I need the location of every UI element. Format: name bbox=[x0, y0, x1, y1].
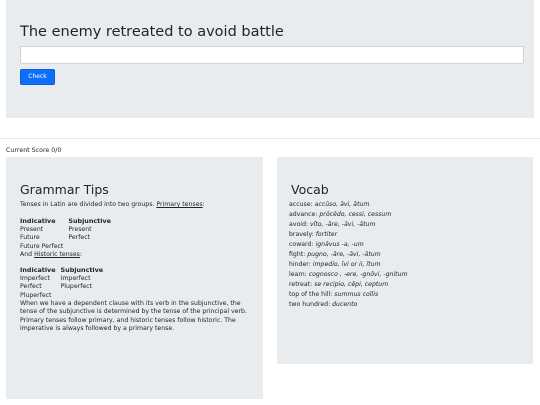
table-cell: Imperfect bbox=[20, 274, 50, 282]
historic-intro-text: And bbox=[20, 251, 35, 259]
vocab-latin: accūso, āvi, ātum bbox=[314, 201, 370, 208]
vocab-latin: vīto, -āre, -āvi, -ātum bbox=[309, 221, 376, 228]
primary-tenses-link[interactable]: Primary tenses bbox=[156, 201, 202, 208]
vocab-item: learn: cognosco , -ere, -gnōvi, -gnitum bbox=[289, 270, 527, 280]
vocab-latin: ducento bbox=[332, 301, 358, 308]
vocab-item: accuse: accūso, āvi, ātum bbox=[289, 200, 527, 210]
exercise-sentence: The enemy retreated to avoid battle bbox=[20, 24, 284, 40]
historic-tenses-table: Indicative Subjunctive Imperfect Imperfe… bbox=[20, 266, 108, 300]
table-header-row: Indicative Subjunctive bbox=[20, 217, 116, 225]
vocab-item: hinder: impedio, īvi or ii, ītum bbox=[289, 260, 527, 270]
check-button[interactable]: Check bbox=[20, 69, 55, 85]
vocab-item: advance: prōcēdo, cessi, cessum bbox=[289, 210, 527, 220]
vocab-latin: se recipio, cēpi, ceptum bbox=[314, 281, 389, 288]
vocab-english: two hundred: bbox=[289, 301, 333, 308]
grammar-tips-title: Grammar Tips bbox=[20, 182, 109, 197]
vocab-item: coward: ignāvus -a, -um bbox=[289, 240, 527, 250]
table-cell: Perfect bbox=[20, 283, 42, 291]
vocab-english: coward: bbox=[289, 241, 316, 248]
historic-tenses-link[interactable]: Historic tenses bbox=[34, 251, 80, 258]
table-row: Future Perfect bbox=[20, 243, 116, 251]
grammar-intro-text: Tenses in Latin are divided into two gro… bbox=[20, 201, 157, 208]
vocab-latin: fortiter bbox=[315, 231, 338, 238]
table-header: Indicative bbox=[20, 266, 56, 275]
vocab-latin: summus collis bbox=[334, 291, 379, 298]
vocab-english: accuse: bbox=[289, 201, 315, 208]
grammar-tips-panel: Grammar Tips Tenses in Latin are divided… bbox=[6, 157, 263, 399]
vocab-latin: ignāvus -a, -um bbox=[315, 241, 364, 248]
current-score: Current Score 0/0 bbox=[6, 147, 62, 154]
grammar-intro: Tenses in Latin are divided into two gro… bbox=[20, 201, 258, 209]
answer-input[interactable] bbox=[20, 46, 524, 64]
historic-intro-end: : bbox=[79, 251, 83, 259]
table-header: Subjunctive bbox=[60, 266, 104, 275]
table-cell: Future bbox=[20, 234, 40, 242]
table-row: Future Perfect bbox=[20, 234, 116, 242]
table-cell: Pluperfect bbox=[20, 291, 52, 299]
table-header: Indicative bbox=[20, 217, 56, 226]
divider bbox=[0, 138, 540, 139]
vocab-english: fight: bbox=[289, 251, 308, 258]
table-cell: Present bbox=[20, 225, 44, 233]
vocab-latin: prōcēdo, cessi, cessum bbox=[319, 211, 392, 218]
vocab-english: advance: bbox=[289, 211, 320, 218]
grammar-explanation: When we have a dependent clause with its… bbox=[20, 300, 247, 333]
table-header: Subjunctive bbox=[68, 217, 111, 226]
vocab-english: retreat: bbox=[289, 281, 315, 288]
vocab-english: learn: bbox=[289, 271, 309, 278]
vocab-item: two hundred: ducento bbox=[289, 300, 527, 310]
grammar-intro-end: : bbox=[202, 201, 205, 208]
vocab-english: avoid: bbox=[289, 221, 310, 228]
exercise-panel: The enemy retreated to avoid battle Chec… bbox=[6, 0, 534, 118]
table-row: Imperfect Imperfect bbox=[20, 275, 108, 283]
vocab-item: bravely: fortiter bbox=[289, 230, 527, 240]
vocab-english: hinder: bbox=[289, 261, 313, 268]
table-cell: Perfect bbox=[68, 234, 91, 242]
vocab-latin: pugno, -āre, -āvi, -ātum bbox=[307, 251, 381, 258]
grammar-tips-content: Tenses in Latin are divided into two gro… bbox=[20, 201, 258, 334]
table-cell: Present bbox=[68, 225, 92, 233]
vocab-item: retreat: se recipio, cēpi, ceptum bbox=[289, 280, 527, 290]
table-cell bbox=[61, 292, 109, 300]
table-cell: Imperfect bbox=[60, 274, 91, 282]
table-cell bbox=[68, 243, 116, 251]
vocab-panel: Vocab accuse: accūso, āvi, ātum advance:… bbox=[277, 157, 533, 364]
table-row: Perfect Pluperfect bbox=[20, 283, 108, 291]
primary-tenses-table: Indicative Subjunctive Present Present F… bbox=[20, 217, 116, 251]
vocab-list: accuse: accūso, āvi, ātum advance: prōcē… bbox=[289, 200, 527, 310]
historic-intro: And Historic tenses: bbox=[20, 251, 258, 259]
table-row: Pluperfect bbox=[20, 292, 108, 300]
vocab-item: avoid: vīto, -āre, -āvi, -ātum bbox=[289, 220, 527, 230]
vocab-latin: impedio, īvi or ii, ītum bbox=[312, 261, 381, 268]
table-row: Present Present bbox=[20, 226, 116, 234]
vocab-item: top of the hill: summus collis bbox=[289, 290, 527, 300]
vocab-english: bravely: bbox=[289, 231, 316, 238]
table-cell: Future Perfect bbox=[20, 242, 64, 250]
vocab-item: fight: pugno, -āre, -āvi, -ātum bbox=[289, 250, 527, 260]
vocab-title: Vocab bbox=[291, 182, 329, 197]
vocab-latin: cognosco , -ere, -gnōvi, -gnitum bbox=[308, 271, 408, 278]
table-header-row: Indicative Subjunctive bbox=[20, 266, 108, 274]
table-cell: Pluperfect bbox=[60, 283, 93, 291]
vocab-english: top of the hill: bbox=[289, 291, 335, 298]
